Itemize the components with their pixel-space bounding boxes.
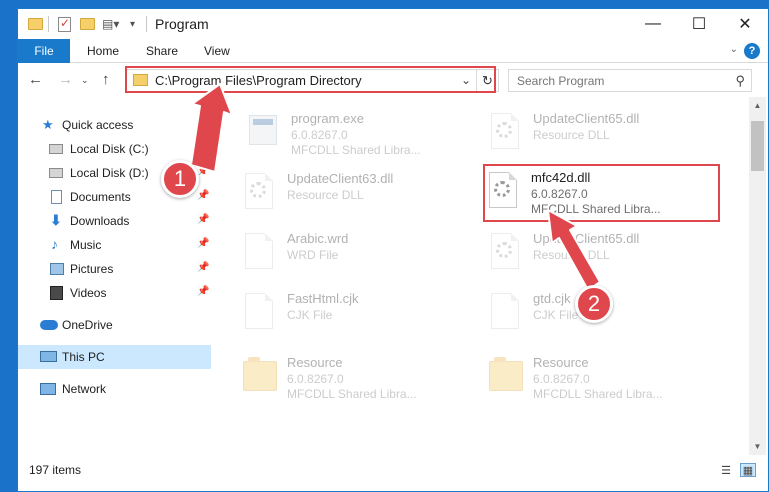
arrow-1 [190,83,233,173]
arrow-2 [547,209,601,291]
step-badge-1: 1 [161,160,199,198]
annotation-arrows [190,83,601,291]
step-badge-2: 2 [575,285,613,323]
